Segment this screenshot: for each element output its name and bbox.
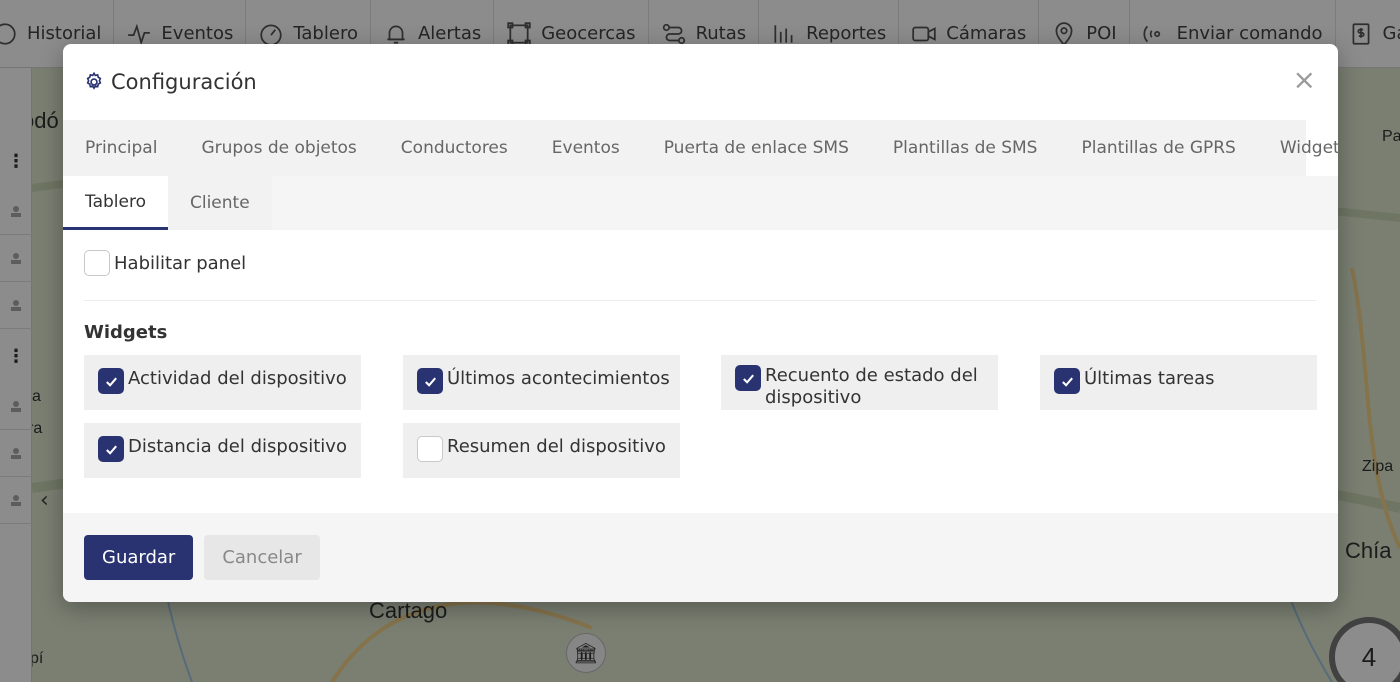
- widget-checkbox[interactable]: [98, 436, 124, 462]
- modal-body: Habilitar panel Widgets Actividad del di…: [63, 230, 1338, 513]
- subtab-tablero[interactable]: Tablero: [63, 176, 168, 230]
- widget-checkbox[interactable]: [417, 436, 443, 462]
- widget-label: Resumen del dispositivo: [447, 436, 666, 457]
- widget-checkbox[interactable]: [98, 368, 124, 394]
- enable-panel-label: Habilitar panel: [114, 252, 247, 274]
- widget-checkbox[interactable]: [1054, 368, 1080, 394]
- check-icon: [105, 445, 117, 455]
- widget-option[interactable]: Recuento de estado del dispositivo: [721, 355, 998, 410]
- widgets-subtabs: Tablero Cliente: [63, 176, 1338, 230]
- gear-icon: [86, 71, 102, 90]
- widget-option[interactable]: Últimos acontecimientos: [403, 355, 680, 410]
- modal-footer: Guardar Cancelar: [63, 513, 1338, 602]
- tab-grupos-de-objetos[interactable]: Grupos de objetos: [179, 120, 378, 176]
- enable-panel-checkbox[interactable]: [84, 250, 110, 276]
- widget-option[interactable]: Resumen del dispositivo: [403, 423, 680, 478]
- widget-label: Últimos acontecimientos: [447, 368, 670, 389]
- enable-panel-option[interactable]: Habilitar panel: [84, 250, 246, 276]
- widget-label: Distancia del dispositivo: [128, 436, 347, 457]
- save-button[interactable]: Guardar: [84, 535, 194, 580]
- settings-modal: Configuración × Principal Grupos de obje…: [63, 44, 1338, 602]
- tab-conductores[interactable]: Conductores: [379, 120, 530, 176]
- widget-checkbox[interactable]: [735, 365, 761, 391]
- cancel-button[interactable]: Cancelar: [204, 535, 320, 580]
- check-icon: [1061, 377, 1073, 387]
- tab-puerta-de-enlace-sms[interactable]: Puerta de enlace SMS: [642, 120, 871, 176]
- check-icon: [424, 377, 436, 387]
- widget-label: Recuento de estado del dispositivo: [765, 365, 978, 408]
- check-icon: [105, 377, 117, 387]
- tab-plantillas-de-sms[interactable]: Plantillas de SMS: [871, 120, 1060, 176]
- check-icon: [742, 374, 754, 384]
- widget-option[interactable]: Distancia del dispositivo: [84, 423, 361, 478]
- settings-tabs: Principal Grupos de objetos Conductores …: [63, 120, 1338, 176]
- widget-option[interactable]: Actividad del dispositivo: [84, 355, 361, 410]
- widget-label: Últimas tareas: [1084, 368, 1215, 389]
- modal-header: Configuración: [63, 44, 1338, 120]
- widgets-section-title: Widgets: [84, 322, 168, 343]
- tab-widgets[interactable]: Widgets: [1258, 120, 1338, 176]
- tab-eventos[interactable]: Eventos: [530, 120, 642, 176]
- tab-principal[interactable]: Principal: [63, 120, 179, 176]
- close-icon[interactable]: ×: [1293, 66, 1316, 94]
- modal-title: Configuración: [111, 70, 257, 94]
- subtab-list: Tablero Cliente: [63, 176, 1338, 230]
- tab-plantillas-de-gprs[interactable]: Plantillas de GPRS: [1059, 120, 1257, 176]
- widget-label: Actividad del dispositivo: [128, 368, 347, 389]
- section-divider: [84, 300, 1316, 301]
- subtab-cliente[interactable]: Cliente: [167, 176, 272, 230]
- widget-option[interactable]: Últimas tareas: [1040, 355, 1317, 410]
- widget-checkbox[interactable]: [417, 368, 443, 394]
